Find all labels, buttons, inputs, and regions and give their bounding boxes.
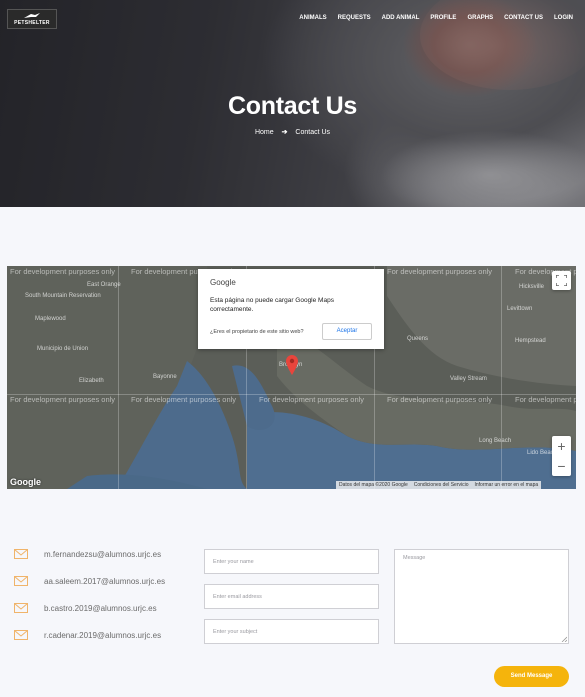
dialog-question[interactable]: ¿Eres el propietario de este sitio web? [210,329,304,335]
breadcrumb-current: Contact Us [295,129,331,136]
map-place-label: Valley Stream [450,376,487,382]
map-place-label: South Mountain Reservation [25,293,101,299]
map-place-label: Queens [407,336,429,342]
map-watermark: For development purposes only [131,395,237,404]
map-watermark: For development purposes only [387,267,493,276]
map-place-label: Municipio de Union [37,346,89,352]
resize-handle-icon[interactable] [561,636,567,642]
map-place-label: Maplewood [35,316,66,322]
send-message-button[interactable]: Send Message [494,666,569,687]
nav-animals[interactable]: ANIMALS [299,15,326,21]
message-placeholder: Message [403,555,426,561]
zoom-in-button[interactable]: + [552,436,571,456]
map-place-label: Levittown [507,306,533,312]
map-place-label: Hempstead [515,338,546,344]
contact-email[interactable]: b.castro.2019@alumnos.urjc.es [44,604,157,613]
map-tile-line [118,266,119,489]
site-logo[interactable]: PETSHELTER [7,9,57,29]
map-place-label: Bayonne [153,374,177,380]
envelope-icon [14,576,28,586]
name-input[interactable]: Enter your name [204,549,379,574]
email-input[interactable]: Enter email address [204,584,379,609]
attribution-report[interactable]: Informar un error en el mapa [475,482,539,488]
nav-add-animal[interactable]: ADD ANIMAL [382,15,420,21]
nav-graphs[interactable]: GRAPHS [467,15,493,21]
map-watermark: For development purposes only [515,395,576,404]
nav-login[interactable]: LOGIN [554,15,573,21]
dialog-message: Esta página no puede cargar Google Maps … [210,297,334,313]
google-logo[interactable]: Google [10,477,41,487]
contact-email[interactable]: r.cadenar.2019@alumnos.urjc.es [44,631,161,640]
logo-text: PETSHELTER [14,20,50,26]
hero-image-nose [420,0,585,90]
contact-email-row: aa.saleem.2017@alumnos.urjc.es [14,576,165,586]
fullscreen-button[interactable] [552,271,571,290]
map-watermark: For development purposes only [259,395,365,404]
envelope-icon [14,603,28,613]
contact-email[interactable]: aa.saleem.2017@alumnos.urjc.es [44,577,165,586]
attribution-data[interactable]: Datos del mapa ©2020 Google [339,482,408,488]
contact-email[interactable]: m.fernandezsu@alumnos.urjc.es [44,550,161,559]
maps-error-dialog: Google Esta página no puede cargar Googl… [198,269,384,349]
message-textarea[interactable]: Message [394,549,569,644]
top-nav: ANIMALS REQUESTS ADD ANIMAL PROFILE GRAP… [288,15,573,21]
map-tile-line [501,266,502,489]
envelope-icon [14,549,28,559]
accept-button[interactable]: Aceptar [322,323,372,340]
arrow-right-icon: ➔ [281,129,288,136]
map-place-label: East Orange [87,282,121,288]
nav-contact-us[interactable]: CONTACT US [504,15,543,21]
paw-logo-icon [24,13,40,18]
hero-image-paw [380,130,585,207]
map-place-label: Hicksville [519,284,545,290]
subject-input[interactable]: Enter your subject [204,619,379,644]
breadcrumb-home[interactable]: Home [255,129,274,136]
dialog-brand: Google [210,278,236,287]
attribution-terms[interactable]: Condiciones del Servicio [414,482,469,488]
nav-requests[interactable]: REQUESTS [338,15,371,21]
map-pin-icon[interactable] [286,355,298,375]
breadcrumb: Home ➔ Contact Us [0,128,585,136]
zoom-out-button[interactable]: − [552,456,571,476]
map-watermark: For development purposes only [10,267,116,276]
map-watermark: For development purposes only [387,395,493,404]
page-title: Contact Us [228,92,357,120]
contact-email-row: b.castro.2019@alumnos.urjc.es [14,603,157,613]
fullscreen-icon [556,275,567,286]
contact-email-row: m.fernandezsu@alumnos.urjc.es [14,549,161,559]
nav-profile[interactable]: PROFILE [430,15,456,21]
map-attribution: Datos del mapa ©2020 Google Condiciones … [336,481,542,489]
contact-email-row: r.cadenar.2019@alumnos.urjc.es [14,630,161,640]
map-place-label: Long Beach [479,438,512,444]
map-watermark: For development purposes only [10,395,116,404]
envelope-icon [14,630,28,640]
zoom-controls: + − [552,436,571,476]
map-place-label: Elizabeth [79,378,104,384]
